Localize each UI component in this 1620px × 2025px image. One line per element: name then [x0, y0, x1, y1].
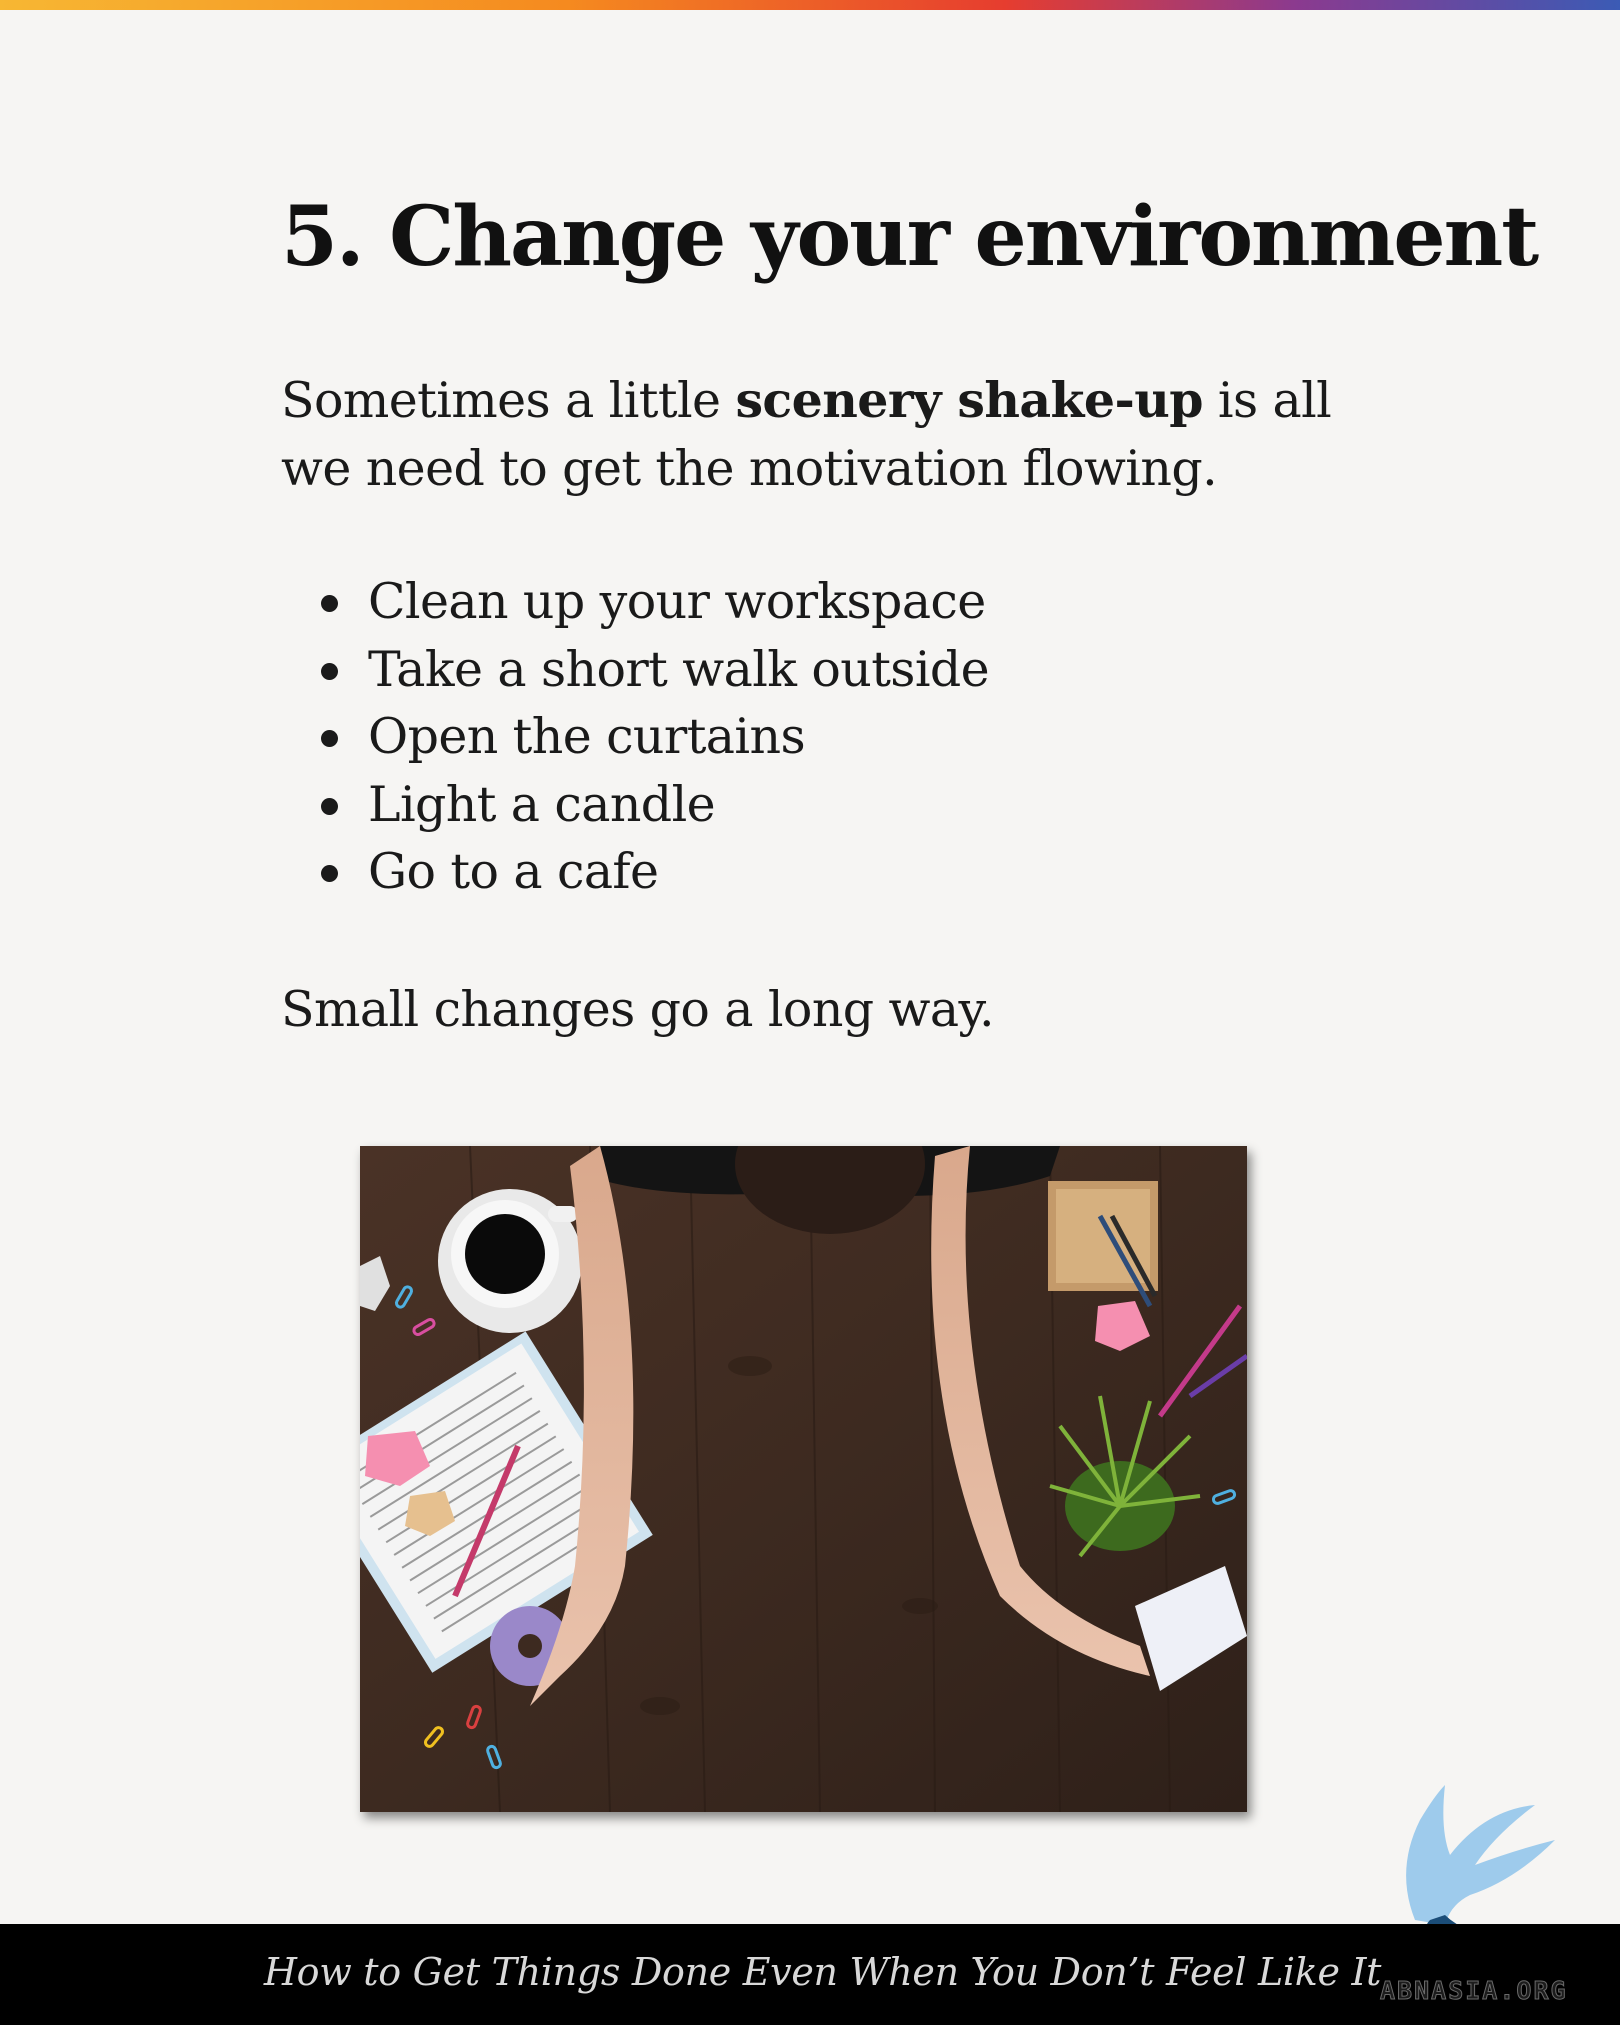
bullet-icon — [321, 730, 338, 747]
top-accent-bar — [0, 0, 1620, 10]
intro-text-start: Sometimes a little — [281, 372, 736, 429]
section-title: 5. Change your environment — [281, 189, 1539, 285]
tip-text: Take a short walk outside — [368, 640, 990, 698]
tips-list: Clean up your workspace Take a short wal… — [321, 568, 990, 906]
watermark-text: ABNASIA.ORG — [1380, 1976, 1568, 2006]
desk-workspace-photo — [360, 1146, 1247, 1812]
closing-line: Small changes go a long way. — [281, 981, 995, 1038]
intro-bold-phrase: scenery shake-up — [735, 371, 1203, 429]
bullet-icon — [321, 865, 338, 882]
tip-text: Go to a cafe — [368, 843, 659, 900]
book-title: How to Get Things Done Even When You Don… — [263, 1950, 1382, 1994]
intro-paragraph: Sometimes a little scenery shake-up is a… — [281, 366, 1381, 503]
bullet-icon — [321, 797, 338, 815]
list-item: Go to a cafe — [321, 838, 989, 906]
footer-bar: How to Get Things Done Even When You Don… — [0, 1924, 1620, 2025]
bullet-icon — [321, 595, 338, 612]
list-item: Light a candle — [321, 771, 989, 839]
bullet-icon — [321, 662, 338, 680]
tip-text: Light a candle — [368, 775, 716, 833]
tip-text: Open the curtains — [368, 708, 806, 765]
list-item: Open the curtains — [321, 703, 989, 771]
list-item: Take a short walk outside — [321, 636, 990, 704]
tip-text: Clean up your workspace — [368, 573, 986, 630]
list-item: Clean up your workspace — [321, 568, 989, 636]
